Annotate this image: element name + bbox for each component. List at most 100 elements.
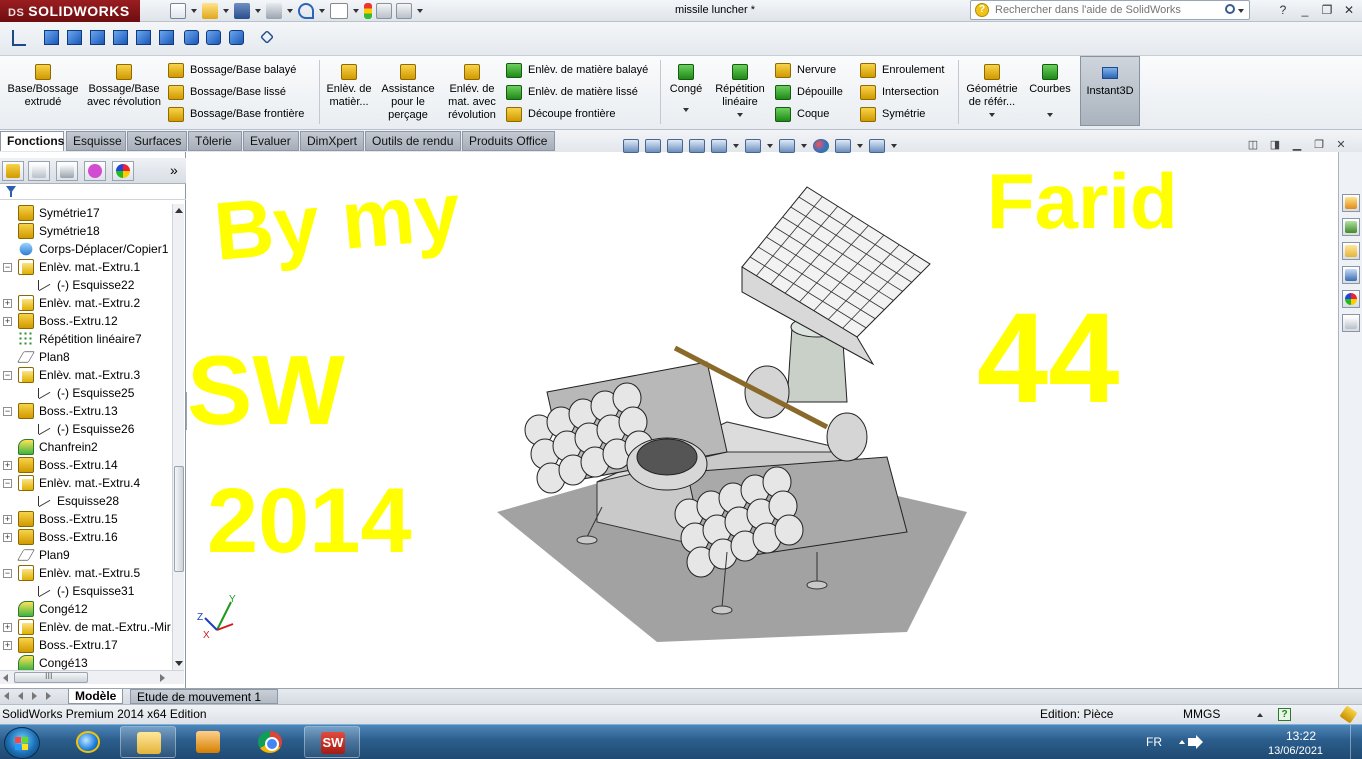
- taskbar-chrome[interactable]: [242, 726, 298, 758]
- view-settings-dropdown-icon[interactable]: [891, 144, 897, 148]
- pattern-dropdown-icon[interactable]: [737, 113, 743, 117]
- tree-vertical-scrollbar[interactable]: [172, 204, 184, 670]
- tree-node[interactable]: (-) Esquisse22: [0, 276, 172, 294]
- show-hidden-icons-icon[interactable]: [1179, 740, 1185, 744]
- fillet-button[interactable]: Congé: [666, 64, 706, 112]
- rib-button[interactable]: Nervure: [775, 62, 836, 80]
- language-indicator[interactable]: FR: [1146, 735, 1162, 749]
- instant3d-button[interactable]: Instant3D: [1080, 56, 1140, 126]
- mirror-button[interactable]: Symétrie: [860, 106, 925, 124]
- curves-button[interactable]: Courbes: [1026, 64, 1074, 117]
- tree-node[interactable]: + Enlèv. de mat.-Extru.-Mir: [0, 618, 172, 636]
- tree-node[interactable]: (-) Esquisse25: [0, 384, 172, 402]
- revolve-cut-button[interactable]: Enlév. de mat. avec révolution: [442, 64, 502, 122]
- pencil-icon[interactable]: [1339, 705, 1358, 724]
- taskbar-file-explorer[interactable]: [120, 726, 176, 758]
- extrude-cut-button[interactable]: Enlèv. de matièr...: [326, 64, 372, 109]
- file-explorer-tab[interactable]: [1342, 242, 1360, 260]
- save-icon[interactable]: [234, 3, 250, 19]
- panel-more-button[interactable]: »: [170, 162, 178, 178]
- horizontal-scroll-thumb[interactable]: III: [14, 671, 88, 683]
- quick-tips-icon[interactable]: ?: [1278, 708, 1291, 721]
- design-library-tab[interactable]: [1342, 218, 1360, 236]
- tree-expander-icon[interactable]: +: [3, 623, 12, 632]
- file-properties-icon[interactable]: [376, 3, 392, 19]
- tree-node[interactable]: + Boss.-Extru.12: [0, 312, 172, 330]
- close-button[interactable]: ✕: [1338, 1, 1360, 19]
- next-tab-arrow-icon[interactable]: [32, 692, 37, 700]
- tree-node[interactable]: − Boss.-Extru.13: [0, 402, 172, 420]
- tree-node[interactable]: Esquisse28: [0, 492, 172, 510]
- scroll-thumb[interactable]: [174, 466, 184, 572]
- lofted-boss-button[interactable]: Bossage/Base lissé: [168, 84, 286, 102]
- tree-expander-icon[interactable]: +: [3, 317, 12, 326]
- last-tab-arrow-icon[interactable]: [46, 692, 51, 700]
- tab-dimxpert[interactable]: DimXpert: [300, 131, 364, 151]
- graphics-area[interactable]: By my SW 2014 Farid 44 Y X Z: [187, 152, 1337, 688]
- solidworks-resources-tab[interactable]: [1342, 194, 1360, 212]
- tree-node[interactable]: − Enlèv. mat.-Extru.1: [0, 258, 172, 276]
- extrude-boss-button[interactable]: Base/Bossage extrudé: [6, 64, 80, 109]
- view-selector-icon[interactable]: [260, 30, 274, 44]
- tree-node[interactable]: − Enlèv. mat.-Extru.3: [0, 366, 172, 384]
- tree-node[interactable]: + Boss.-Extru.17: [0, 636, 172, 654]
- tree-node[interactable]: Symétrie18: [0, 222, 172, 240]
- select-dropdown-icon[interactable]: [353, 9, 359, 13]
- dimxpert-manager-tab[interactable]: [84, 161, 106, 181]
- rebuild-icon[interactable]: [364, 3, 372, 19]
- display-style-icon[interactable]: [745, 139, 761, 153]
- scroll-up-arrow-icon[interactable]: [175, 208, 183, 213]
- back-view-icon[interactable]: [67, 30, 82, 45]
- tree-expander-icon[interactable]: +: [3, 299, 12, 308]
- display-style-dropdown-icon[interactable]: [767, 144, 773, 148]
- tree-node[interactable]: + Boss.-Extru.15: [0, 510, 172, 528]
- right-view-icon[interactable]: [113, 30, 128, 45]
- taskbar-solidworks[interactable]: SW: [304, 726, 360, 758]
- tab-produits-office[interactable]: Produits Office: [462, 131, 555, 151]
- edit-appearance-icon[interactable]: [813, 139, 829, 153]
- tree-node[interactable]: Congé12: [0, 600, 172, 618]
- taskbar-internet-explorer[interactable]: [60, 726, 116, 758]
- scroll-right-arrow-icon[interactable]: [160, 674, 165, 682]
- undo-dropdown-icon[interactable]: [319, 9, 325, 13]
- boundary-cut-button[interactable]: Découpe frontière: [506, 106, 615, 124]
- view-palette-tab[interactable]: [1342, 266, 1360, 284]
- scroll-down-arrow-icon[interactable]: [175, 661, 183, 666]
- apply-scene-icon[interactable]: [835, 139, 851, 153]
- section-view-icon[interactable]: [689, 139, 705, 153]
- appearances-tab[interactable]: [1342, 290, 1360, 308]
- scroll-left-arrow-icon[interactable]: [3, 674, 8, 682]
- open-icon[interactable]: [202, 3, 218, 19]
- swept-boss-button[interactable]: Bossage/Base balayé: [168, 62, 296, 80]
- scene-dropdown-icon[interactable]: [857, 144, 863, 148]
- tree-node[interactable]: − Enlèv. mat.-Extru.4: [0, 474, 172, 492]
- select-pointer-icon[interactable]: [330, 3, 348, 19]
- tree-node[interactable]: (-) Esquisse26: [0, 420, 172, 438]
- reference-geometry-button[interactable]: Géométrie de référ...: [962, 64, 1022, 117]
- split-horizontal-icon[interactable]: ◫: [1242, 138, 1264, 152]
- view-orientation-dropdown-icon[interactable]: [733, 144, 739, 148]
- lofted-cut-button[interactable]: Enlèv. de matière lissé: [506, 84, 638, 102]
- top-view-icon[interactable]: [136, 30, 151, 45]
- display-manager-tab[interactable]: [112, 161, 134, 181]
- tree-horizontal-scrollbar[interactable]: III: [0, 670, 184, 684]
- hide-show-items-icon[interactable]: [779, 139, 795, 153]
- help-menu-button[interactable]: ?: [1272, 1, 1294, 19]
- feature-manager-tab[interactable]: [2, 161, 24, 181]
- boundary-boss-button[interactable]: Bossage/Base frontière: [168, 106, 304, 124]
- clock-time[interactable]: 13:22: [1286, 729, 1316, 743]
- tab-evaluer[interactable]: Evaluer: [243, 131, 299, 151]
- tab-fonctions[interactable]: Fonctions: [0, 131, 64, 151]
- start-button[interactable]: [4, 727, 40, 759]
- options-dropdown-icon[interactable]: [417, 9, 423, 13]
- ref-geometry-dropdown-icon[interactable]: [989, 113, 995, 117]
- show-desktop-button[interactable]: [1350, 725, 1362, 759]
- tab-motion-study[interactable]: Etude de mouvement 1: [130, 689, 278, 704]
- new-document-icon[interactable]: [170, 3, 186, 19]
- tree-node[interactable]: − Enlèv. mat.-Extru.5: [0, 564, 172, 582]
- tab-outils-de-rendu[interactable]: Outils de rendu: [365, 131, 461, 151]
- curves-dropdown-icon[interactable]: [1047, 113, 1053, 117]
- draft-button[interactable]: Dépouille: [775, 84, 843, 102]
- tree-expander-icon[interactable]: −: [3, 263, 12, 272]
- left-view-icon[interactable]: [90, 30, 105, 45]
